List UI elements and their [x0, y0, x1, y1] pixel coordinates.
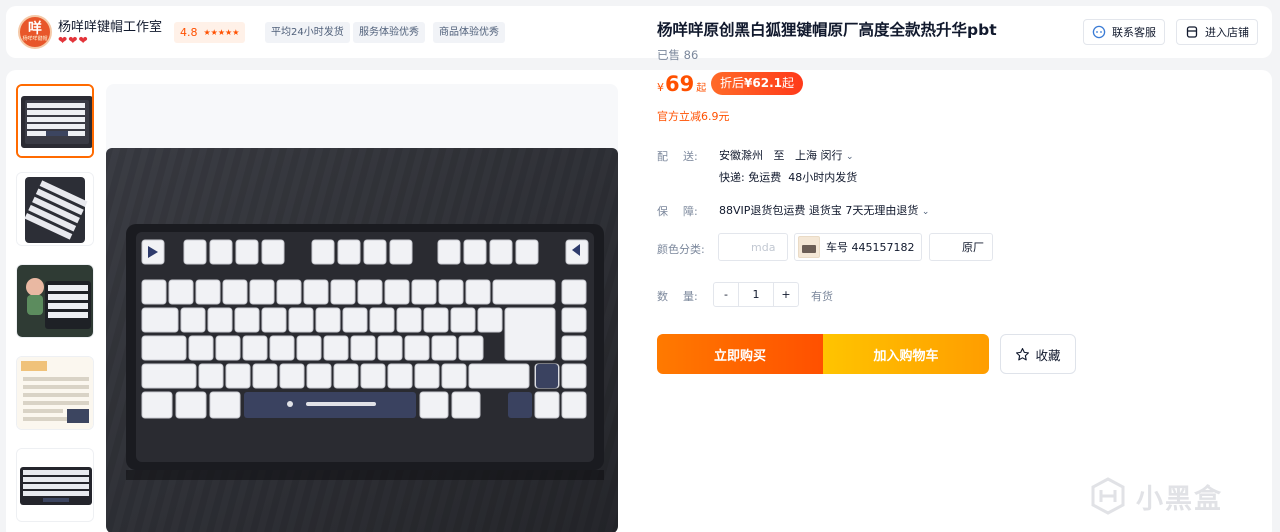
quantity-label: 数 量:	[657, 288, 698, 304]
price-suffix: 起	[696, 83, 707, 94]
sku-option-mda[interactable]: mda	[718, 233, 788, 261]
sku-option-image	[798, 236, 820, 258]
favorite-label: 收藏	[1035, 347, 1061, 363]
quantity-label-b: 量:	[683, 290, 698, 303]
sku-option-car[interactable]: 车号 445157182	[794, 233, 922, 261]
sku-option-label: mda	[751, 240, 776, 254]
sku-label: 颜色分类:	[657, 243, 705, 256]
ship-time: 48小时内发货	[788, 171, 858, 184]
chevron-down-icon[interactable]: ⌄	[922, 207, 930, 217]
watermark-text: 小黑盒	[1136, 483, 1223, 515]
shop-logo-char: 咩	[28, 21, 42, 37]
main-image-area[interactable]	[106, 84, 618, 532]
discount-prefix: 折后	[720, 76, 745, 90]
guarantee-label-b: 障:	[683, 205, 698, 218]
shop-header: 咩 杨咩咩键帽 杨咩咩键帽工作室 ❤ ❤ ❤ 4.8 ★★★★★ 平均24小时发…	[6, 6, 1272, 58]
price-value: 69	[665, 72, 695, 96]
shop-rating: 4.8 ★★★★★	[174, 22, 246, 43]
stock-status: 有货	[811, 290, 833, 303]
contact-service-button[interactable]: 联系客服	[1083, 19, 1165, 45]
guarantee-label: 保 障:	[657, 203, 698, 219]
delivery-route: 安徽滁州 至 上海 闵行 ⌄	[719, 147, 854, 163]
shipping-fee: 快递: 免运费	[719, 171, 782, 184]
heart-icon: ❤	[78, 34, 88, 47]
price: ¥ 69 起	[657, 72, 706, 96]
purchase-buttons: 立即购买 加入购物车	[657, 334, 989, 374]
product-photo[interactable]	[106, 148, 618, 532]
official-reduce: 官方立减6.9元	[657, 110, 730, 123]
delivery-label: 配 送:	[657, 148, 698, 164]
delivery-to-word: 至	[773, 149, 785, 162]
quantity-input[interactable]: 1	[738, 283, 774, 306]
shop-hearts: ❤ ❤ ❤	[58, 35, 88, 46]
sku-option-original[interactable]: 原厂	[929, 233, 993, 261]
quantity-stepper: - 1 +	[713, 282, 799, 307]
sku-option-label: 原厂	[962, 241, 984, 254]
shop-tag: 服务体验优秀	[353, 22, 425, 43]
heart-icon: ❤	[58, 34, 68, 47]
chevron-down-icon[interactable]: ⌄	[846, 152, 854, 162]
watermark: 小黑盒	[1088, 476, 1223, 516]
customer-service-icon	[1092, 25, 1106, 39]
delivery-to[interactable]: 上海 闵行	[795, 149, 843, 162]
delivery-shipping: 快递: 免运费 48小时内发货	[719, 169, 857, 185]
sku-option-label: 车号 445157182	[826, 241, 915, 254]
star-icon	[1016, 347, 1030, 360]
keyboard-photo-image	[106, 148, 618, 532]
heart-icon: ❤	[68, 34, 78, 47]
delivery-label-a: 配	[657, 150, 668, 163]
shop-logo[interactable]: 咩 杨咩咩键帽	[18, 15, 52, 49]
product-card	[6, 70, 1272, 532]
discount-price: ¥62.1	[744, 76, 782, 90]
discount-price-badge: 折后¥62.1起	[711, 72, 803, 95]
enter-shop-label: 进入店铺	[1205, 26, 1249, 39]
thumbnail-keyboard-top[interactable]	[16, 84, 94, 158]
sold-count: 已售 86	[657, 48, 699, 62]
rating-stars-icon: ★★★★★	[203, 28, 240, 37]
shop-name[interactable]: 杨咩咩键帽工作室	[58, 16, 162, 35]
add-to-cart-button[interactable]: 加入购物车	[823, 334, 989, 374]
store-icon	[1186, 26, 1198, 38]
thumbnail-figure-keyboard[interactable]	[16, 264, 94, 338]
enter-shop-button[interactable]: 进入店铺	[1176, 19, 1258, 45]
thumbnail-keyboard-angle[interactable]	[16, 172, 94, 246]
thumbnail-keyboard-side[interactable]	[16, 448, 94, 522]
rating-value: 4.8	[180, 26, 198, 39]
delivery-label-b: 送:	[683, 150, 698, 163]
delivery-from: 安徽滁州	[719, 149, 763, 162]
guarantee-label-a: 保	[657, 205, 668, 218]
guarantee-items: 88VIP退货包运费 退货宝 7天无理由退货	[719, 204, 919, 217]
shop-logo-sub: 杨咩咩键帽	[22, 36, 48, 42]
buy-now-button[interactable]: 立即购买	[657, 334, 823, 374]
price-symbol: ¥	[657, 81, 664, 94]
guarantee-text[interactable]: 88VIP退货包运费 退货宝 7天无理由退货 ⌄	[719, 202, 929, 218]
contact-service-label: 联系客服	[1112, 26, 1156, 39]
quantity-label-a: 数	[657, 290, 668, 303]
discount-suffix: 起	[781, 76, 794, 90]
thumbnail-layout-chart[interactable]	[16, 356, 94, 430]
shop-tag: 商品体验优秀	[433, 22, 505, 43]
favorite-button[interactable]: 收藏	[1000, 334, 1076, 374]
shop-tag: 平均24小时发货	[265, 22, 350, 43]
heybox-logo-icon	[1091, 477, 1125, 515]
quantity-minus-button[interactable]: -	[714, 283, 738, 306]
product-title: 杨咩咩原创黑白狐狸键帽原厂高度全款热升华pbt	[657, 21, 997, 39]
quantity-plus-button[interactable]: +	[774, 283, 798, 306]
